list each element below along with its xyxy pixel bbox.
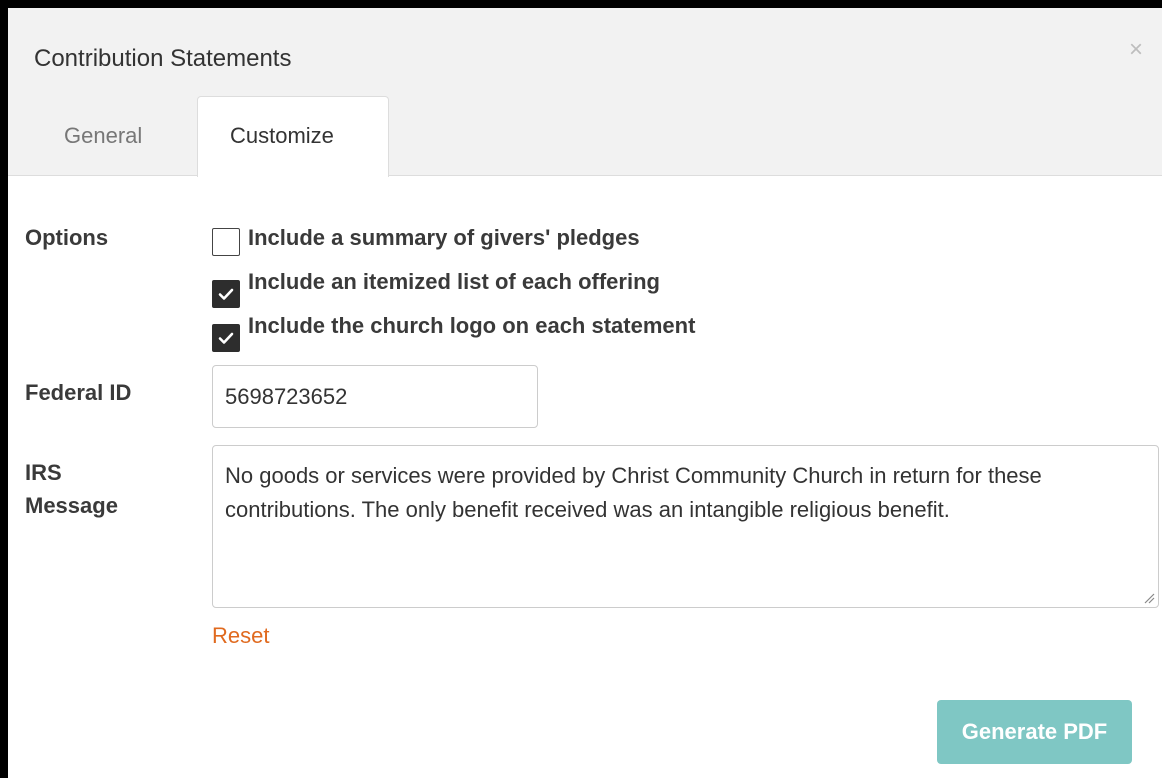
pledges-summary-checkbox[interactable]	[212, 228, 240, 256]
tab-customize-label: Customize	[230, 123, 334, 148]
irs-label-line1: IRS	[25, 460, 62, 485]
modal-title: Contribution Statements	[34, 45, 292, 72]
resize-grip-icon[interactable]	[1143, 592, 1155, 604]
tab-general[interactable]: General	[64, 122, 142, 150]
irs-message-textarea[interactable]: No goods or services were provided by Ch…	[212, 445, 1159, 608]
pledges-summary-label: Include a summary of givers' pledges	[248, 225, 640, 250]
checkmark-icon	[218, 288, 234, 300]
irs-message-text: No goods or services were provided by Ch…	[225, 463, 1042, 522]
reset-link[interactable]: Reset	[212, 622, 269, 650]
irs-label-line2: Message	[25, 493, 118, 518]
church-logo-label: Include the church logo on each statemen…	[248, 313, 696, 338]
itemized-list-label: Include an itemized list of each offerin…	[248, 269, 660, 294]
checkmark-icon	[218, 332, 234, 344]
tab-customize[interactable]: Customize	[197, 96, 389, 177]
contribution-statements-modal: Contribution Statements × General Custom…	[8, 8, 1162, 778]
generate-pdf-button[interactable]: Generate PDF	[937, 700, 1132, 764]
options-label: Options	[25, 225, 109, 250]
federal-id-input[interactable]: 5698723652	[212, 365, 538, 428]
modal-header: Contribution Statements × General Custom…	[8, 8, 1162, 177]
close-icon[interactable]: ×	[1124, 38, 1148, 62]
itemized-list-checkbox[interactable]	[212, 280, 240, 308]
federal-id-label: Federal ID	[25, 380, 132, 405]
church-logo-checkbox[interactable]	[212, 324, 240, 352]
